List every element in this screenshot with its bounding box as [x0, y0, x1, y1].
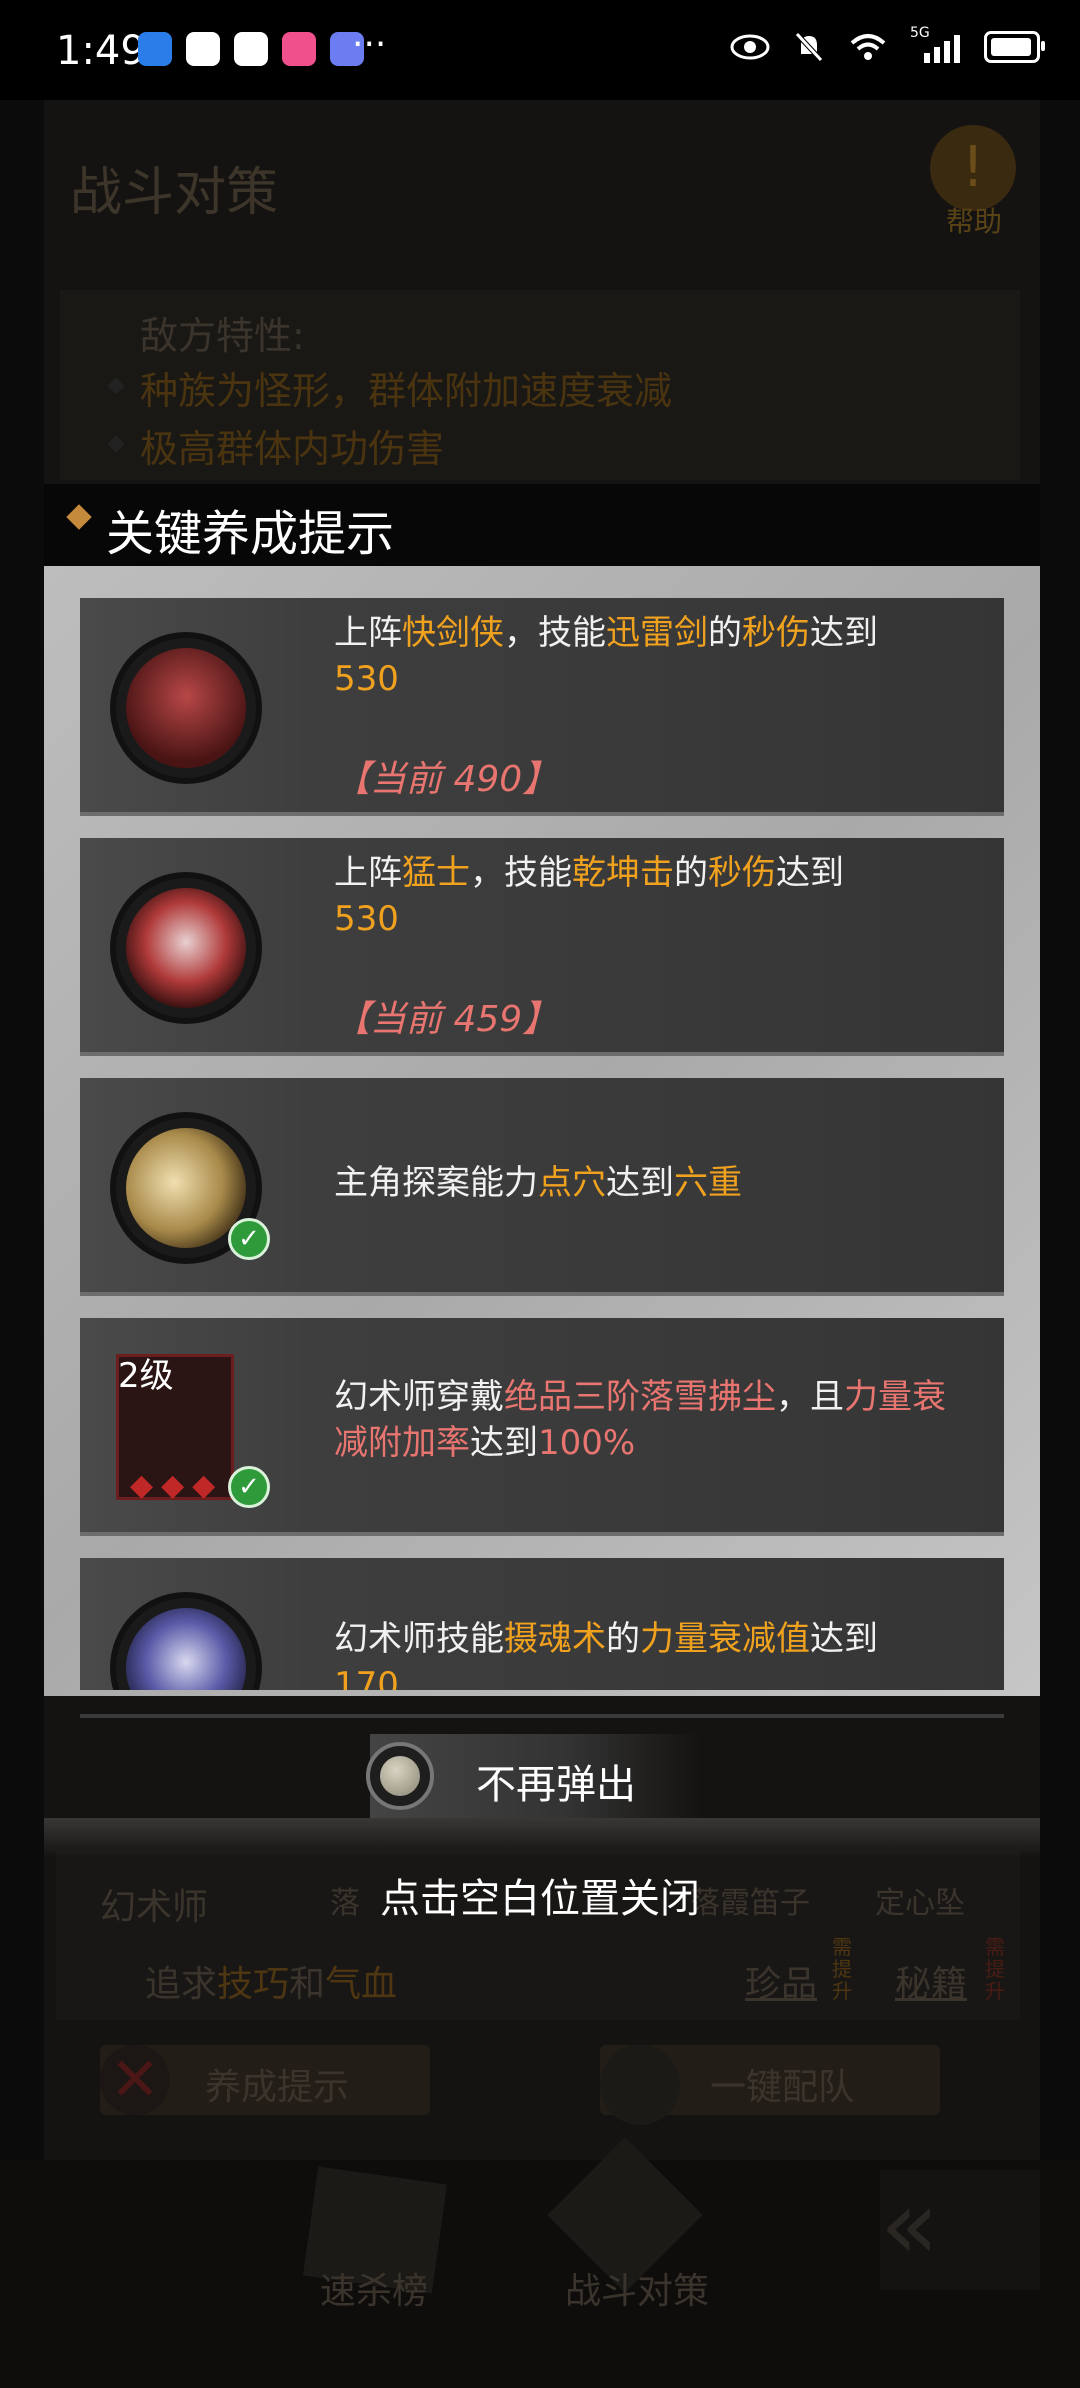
bilibili-app-icon: [282, 32, 316, 66]
shield-sword-icon: [600, 2045, 680, 2125]
red-flame-icon: ◆◆◆: [130, 1468, 224, 1503]
pursue-stat: 技巧: [217, 1964, 290, 2005]
quick-swordsman-portrait: [116, 638, 256, 778]
tip-card: 2级 ◆◆◆ ✓ 幻术师穿戴绝品三阶落雪拂尘，且力量衰减附加率达到100%: [80, 1318, 1004, 1532]
nav-battle-strategy[interactable]: 战斗对策: [565, 2262, 709, 2314]
status-time: 1:49: [56, 28, 146, 74]
target-value: 170: [334, 1665, 399, 1690]
target-value: 530: [334, 899, 399, 939]
pursue-joiner: 和: [289, 1964, 326, 2005]
tap-blank-to-close-hint: 点击空白位置关闭: [380, 1876, 700, 1922]
tip-text: 上阵快剑侠，技能迅雷剑的秒伤达到 530: [334, 610, 974, 702]
tip-card: 上阵猛士，技能乾坤击的秒伤达到 530 【当前 459】: [80, 838, 1004, 1052]
panel-fade: [44, 1818, 1040, 1858]
eye-icon: [730, 34, 770, 60]
tip-text: 幻术师技能摄魂术的力量衰减值达到 170: [334, 1616, 974, 1690]
collapse-arrows-icon[interactable]: «: [880, 2170, 1040, 2290]
shield-app-icon: [138, 32, 172, 66]
stat-name: 秒伤: [742, 613, 810, 653]
key-tips-title: 关键养成提示: [106, 506, 395, 562]
tip-text-part: 幻术师技能: [334, 1619, 504, 1659]
tip-text-part: ，技能: [504, 613, 606, 653]
mute-bell-icon: [795, 32, 823, 62]
warrior-portrait: [116, 878, 256, 1018]
background-title: 战斗对策: [70, 163, 279, 223]
tip-text-part: 达到: [776, 853, 844, 893]
skill-name: 乾坤击: [572, 853, 674, 893]
ability-level: 六重: [674, 1163, 742, 1203]
wifi-icon: [850, 34, 886, 60]
target-value: 530: [334, 659, 399, 699]
one-key-team-label: 一键配队: [710, 2067, 855, 2108]
skill-name: 摄魂术: [504, 1619, 606, 1659]
enemy-trait: 种族为怪形，群体附加速度衰减: [140, 369, 673, 413]
tv-app-icon: [186, 32, 220, 66]
pursue-text: 追求技巧和气血: [145, 1955, 397, 2007]
network-type: 5G: [910, 25, 930, 41]
close-x-icon: ✕: [100, 2045, 170, 2115]
tip-text-part: 主角探案能力: [334, 1163, 538, 1203]
help-label: 帮助: [946, 205, 1003, 238]
ability-name: 点穴: [538, 1163, 606, 1203]
tip-card: 上阵快剑侠，技能迅雷剑的秒伤达到 530 【当前 490】: [80, 598, 1004, 812]
enemy-trait: 极高群体内功伤害: [140, 427, 445, 471]
tip-text-part: ，技能: [470, 853, 572, 893]
manual-link[interactable]: 秘籍: [895, 1955, 967, 2007]
tip-text-part: ，且: [776, 1377, 844, 1417]
tip-text-part: 达到: [606, 1163, 674, 1203]
pursue-prefix: 追求: [145, 1964, 218, 2005]
item-level: 2级: [118, 1356, 174, 1396]
target-value: 100%: [538, 1423, 636, 1463]
tip-text: 幻术师穿戴绝品三阶落雪拂尘，且力量衰减附加率达到100%: [334, 1374, 974, 1466]
current-value: 【当前 490】: [334, 759, 559, 800]
enemy-traits-label: 敌方特性:: [140, 314, 305, 358]
tip-text-part: 达到: [810, 1619, 878, 1659]
tip-text: 主角探案能力点穴达到六重: [334, 1160, 974, 1206]
system-icons: 5G: [730, 25, 1045, 64]
battery-icon: [984, 31, 1045, 63]
tip-text-part: 的: [708, 613, 742, 653]
tips-button-label: 养成提示: [205, 2067, 350, 2108]
status-bar: 1:49 ··· 5G: [0, 0, 1080, 100]
check-icon: ✓: [228, 1218, 270, 1260]
help-icon: !: [930, 125, 1016, 211]
pursue-stat: 气血: [325, 1964, 398, 2005]
nav-speed-rank[interactable]: 速杀榜: [320, 2262, 428, 2314]
tip-text: 上阵猛士，技能乾坤击的秒伤达到 530: [334, 850, 974, 942]
item-name: 绝品三阶落雪拂尘: [504, 1377, 776, 1417]
tv-app-icon-2: [234, 32, 268, 66]
tip-card: ✓ 主角探案能力点穴达到六重: [80, 1078, 1004, 1292]
tip-card: 幻术师技能摄魂术的力量衰减值达到 170: [80, 1558, 1004, 1690]
dont-show-again-radio[interactable]: [366, 1742, 434, 1810]
soul-capture-skill-portrait: [116, 1598, 256, 1690]
cellular-signal-icon: 5G: [910, 25, 962, 63]
check-icon: ✓: [228, 1466, 270, 1508]
tip-text-part: 上阵: [334, 613, 402, 653]
tip-text-part: 幻术师穿戴: [334, 1377, 504, 1417]
dont-show-again-label[interactable]: 不再弹出: [476, 1752, 636, 1810]
tip-text-part: 上阵: [334, 853, 402, 893]
skill-name: 迅雷剑: [606, 613, 708, 653]
divider: [80, 1714, 1004, 1718]
upgrade-tag: 需提升: [985, 1935, 1005, 2003]
more-notifications-icon: ···: [352, 24, 387, 65]
hero-name: 猛士: [402, 853, 470, 893]
upgrade-tag: 需提升: [832, 1935, 852, 2003]
current-value: 【当前 459】: [334, 999, 559, 1040]
notification-icons: [138, 32, 364, 66]
hero-name: 快剑侠: [402, 613, 504, 653]
stat-name: 力量衰减值: [640, 1619, 810, 1659]
tip-text-part: 达到: [470, 1423, 538, 1463]
tip-text-part: 达到: [810, 613, 878, 653]
tip-text-part: 的: [674, 853, 708, 893]
stat-name: 秒伤: [708, 853, 776, 893]
tips-list[interactable]: 上阵快剑侠，技能迅雷剑的秒伤达到 530 【当前 490】 上阵猛士，技能乾坤击…: [80, 598, 1004, 1690]
tip-text-part: 的: [606, 1619, 640, 1659]
treasure-link[interactable]: 珍品: [745, 1955, 817, 2007]
